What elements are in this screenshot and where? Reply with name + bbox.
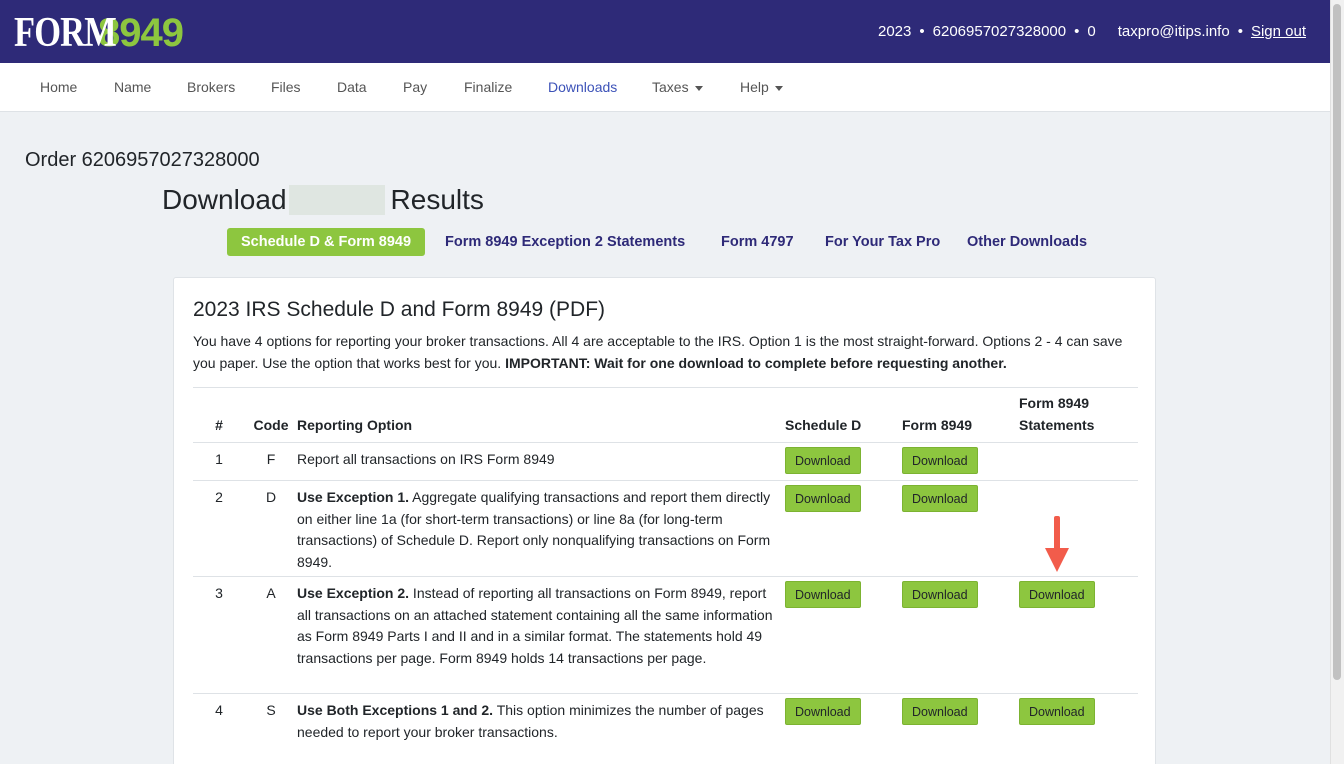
nav-help-dropdown[interactable]: Help xyxy=(740,79,783,95)
nav-home[interactable]: Home xyxy=(40,79,77,95)
row-option-bold: Use Exception 2. xyxy=(297,585,410,601)
nav-name[interactable]: Name xyxy=(114,79,151,95)
tab-other-downloads[interactable]: Other Downloads xyxy=(967,228,1087,256)
schedule-d-download-button[interactable]: Download xyxy=(785,447,861,474)
separator: • xyxy=(1074,23,1080,40)
col-header-schedule-d: Schedule D xyxy=(785,387,902,443)
table-row: 2 D Use Exception 1. Aggregate qualifyin… xyxy=(193,480,1138,577)
nav-data[interactable]: Data xyxy=(337,79,367,95)
row-num: 3 xyxy=(193,576,245,694)
scrollbar-thumb[interactable] xyxy=(1333,4,1341,680)
nav-finalize[interactable]: Finalize xyxy=(464,79,512,95)
order-title: Order 6206957027328000 xyxy=(25,149,260,171)
row-num: 2 xyxy=(193,480,245,577)
row-option-text: Use Both Exceptions 1 and 2. This option… xyxy=(297,693,785,754)
statements-header-line1: Form 8949 xyxy=(1019,395,1090,411)
tab-schedule-d-form-8949[interactable]: Schedule D & Form 8949 xyxy=(227,228,426,256)
user-email: taxpro@itips.info xyxy=(1117,23,1230,40)
nav-help-label: Help xyxy=(740,79,769,95)
account-info: 2023 • 6206957027328000 • 0 taxpro@itips… xyxy=(878,23,1306,40)
row-option-text: Report all transactions on IRS Form 8949 xyxy=(297,442,785,481)
form-8949-download-button[interactable]: Download xyxy=(902,698,978,725)
form-8949-download-button[interactable]: Download xyxy=(902,447,978,474)
download-word: Download xyxy=(162,184,287,215)
intro-important: IMPORTANT: Wait for one download to comp… xyxy=(505,355,1007,371)
statements-header-line2: Statements xyxy=(1019,417,1095,433)
row-option-bold: Use Both Exceptions 1 and 2. xyxy=(297,702,494,718)
col-header-statements: Form 8949 Statements xyxy=(1019,387,1138,443)
table-row: 4 S Use Both Exceptions 1 and 2. This op… xyxy=(193,693,1138,754)
col-header-form-8949: Form 8949 xyxy=(902,387,1019,443)
schedule-d-card: 2023 IRS Schedule D and Form 8949 (PDF) … xyxy=(173,277,1156,764)
form-8949-download-button[interactable]: Download xyxy=(902,581,978,608)
top-header: FORM 8949 2023 • 6206957027328000 • 0 ta… xyxy=(0,0,1330,63)
nav-taxes-label: Taxes xyxy=(652,79,689,95)
row-code: A xyxy=(245,576,297,694)
form-8949-logo[interactable]: FORM 8949 xyxy=(14,10,184,56)
card-intro: You have 4 options for reporting your br… xyxy=(193,330,1143,374)
tax-year: 2023 xyxy=(878,23,912,40)
row-code: F xyxy=(245,442,297,481)
sign-out-link[interactable]: Sign out xyxy=(1251,23,1306,40)
page-scrollbar[interactable] xyxy=(1330,0,1344,764)
form-8949-download-button[interactable]: Download xyxy=(902,485,978,512)
separator: • xyxy=(919,23,925,40)
row-option-text: Use Exception 2. Instead of reporting al… xyxy=(297,576,785,694)
row-option-text: Use Exception 1. Aggregate qualifying tr… xyxy=(297,480,785,577)
tab-form-4797[interactable]: Form 4797 xyxy=(721,228,794,256)
table-row: 1 F Report all transactions on IRS Form … xyxy=(193,442,1138,481)
row-code: D xyxy=(245,480,297,577)
redacted-block xyxy=(288,185,385,215)
results-word: Results xyxy=(390,184,484,215)
main-nav: Home Name Brokers Files Data Pay Finaliz… xyxy=(0,63,1330,112)
row-option-bold: Use Exception 1. xyxy=(297,489,410,505)
card-title: 2023 IRS Schedule D and Form 8949 (PDF) xyxy=(193,298,606,321)
statements-download-button[interactable]: Download xyxy=(1019,581,1095,608)
nav-files[interactable]: Files xyxy=(271,79,301,95)
red-arrow-down-icon xyxy=(1045,516,1069,572)
row-num: 1 xyxy=(193,442,245,481)
item-count: 0 xyxy=(1087,23,1096,40)
statements-download-button[interactable]: Download xyxy=(1019,698,1095,725)
nav-downloads[interactable]: Downloads xyxy=(548,79,617,95)
nav-brokers[interactable]: Brokers xyxy=(187,79,235,95)
separator: • xyxy=(1237,23,1243,40)
schedule-d-download-button[interactable]: Download xyxy=(785,698,861,725)
col-header-num: # xyxy=(193,387,245,443)
row-num: 4 xyxy=(193,693,245,754)
schedule-d-download-button[interactable]: Download xyxy=(785,581,861,608)
reporting-options-table: # Code Reporting Option Schedule D Form … xyxy=(193,387,1138,754)
tab-for-your-tax-pro[interactable]: For Your Tax Pro xyxy=(825,228,940,256)
caret-down-icon xyxy=(694,85,703,91)
row-code: S xyxy=(245,693,297,754)
nav-taxes-dropdown[interactable]: Taxes xyxy=(652,79,703,95)
caret-down-icon xyxy=(774,85,783,91)
schedule-d-download-button[interactable]: Download xyxy=(785,485,861,512)
col-header-code: Code xyxy=(245,387,297,443)
logo-form-text: FORM xyxy=(14,10,117,56)
table-row: 3 A Use Exception 2. Instead of reportin… xyxy=(193,576,1138,694)
tab-exception-2-statements[interactable]: Form 8949 Exception 2 Statements xyxy=(445,228,685,256)
download-results-heading: Download Results xyxy=(162,184,484,216)
nav-pay[interactable]: Pay xyxy=(403,79,427,95)
order-id: 6206957027328000 xyxy=(932,23,1067,40)
col-header-option: Reporting Option xyxy=(297,387,785,443)
